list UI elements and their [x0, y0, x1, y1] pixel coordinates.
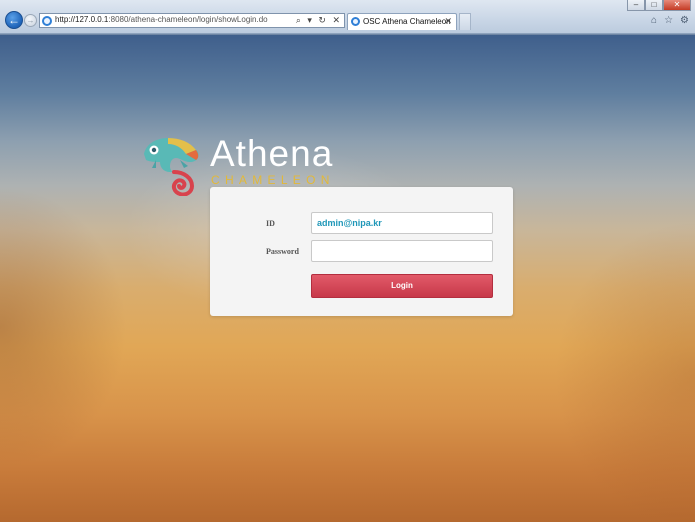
- settings-icon[interactable]: ⚙: [680, 15, 689, 26]
- id-label: ID: [266, 219, 275, 228]
- password-label: Password: [266, 247, 299, 256]
- athena-chameleon-logo: Athena CHAMELEON: [140, 132, 350, 196]
- password-input[interactable]: [311, 240, 493, 262]
- maximize-button[interactable]: □: [645, 0, 663, 11]
- favorites-icon[interactable]: ☆: [664, 15, 673, 26]
- chameleon-icon: [144, 138, 199, 196]
- home-icon[interactable]: ⌂: [651, 15, 657, 26]
- window-controls: – □ ✕: [627, 0, 691, 12]
- logo-subtitle: CHAMELEON: [211, 173, 335, 187]
- tab-label: OSC Athena Chameleon: [363, 17, 451, 26]
- minimize-button[interactable]: –: [627, 0, 645, 11]
- back-button[interactable]: ←: [5, 11, 23, 29]
- tab-close-icon[interactable]: ✕: [444, 16, 452, 27]
- id-input[interactable]: admin@nipa.kr: [311, 212, 493, 234]
- forward-button[interactable]: →: [24, 14, 37, 27]
- login-page: Athena CHAMELEON ID admin@nipa.kr Passwo…: [0, 35, 695, 522]
- url-text[interactable]: http://127.0.0.1:8080/athena-chameleon/l…: [55, 15, 268, 24]
- address-tools[interactable]: ⌕ ▾ ↻ ✕: [296, 15, 342, 26]
- address-bar[interactable]: http://127.0.0.1:8080/athena-chameleon/l…: [39, 13, 345, 28]
- browser-toolbar: ⌂ ☆ ⚙: [651, 15, 689, 26]
- browser-chrome: ← → http://127.0.0.1:8080/athena-chamele…: [0, 0, 695, 34]
- tab-ie-icon: [351, 17, 360, 26]
- new-tab-button[interactable]: [459, 13, 471, 30]
- logo-title: Athena: [210, 133, 334, 174]
- login-button[interactable]: Login: [311, 274, 493, 298]
- ie-icon: [42, 16, 52, 26]
- login-form: ID admin@nipa.kr Password Login: [210, 187, 513, 316]
- close-window-button[interactable]: ✕: [663, 0, 691, 11]
- tab-osc-athena[interactable]: OSC Athena Chameleon ✕: [347, 13, 457, 30]
